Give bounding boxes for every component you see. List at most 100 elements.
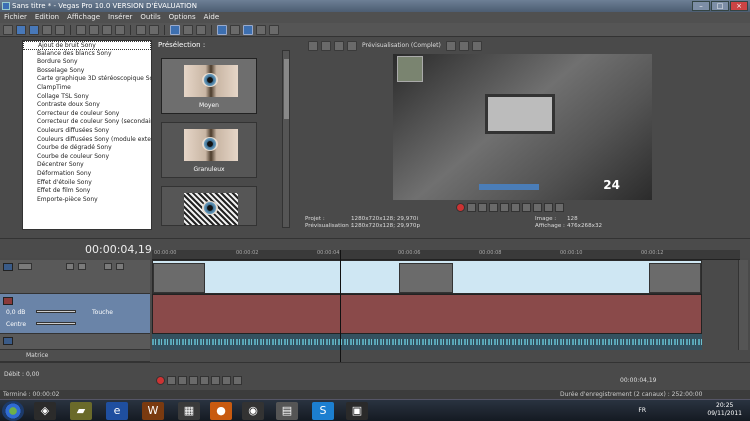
loop-icon[interactable] — [467, 203, 476, 212]
list-item[interactable]: Courbe de dégradé Sony — [23, 144, 151, 153]
cut-icon[interactable] — [76, 24, 86, 35]
list-item[interactable]: ClampTime — [23, 84, 151, 93]
fx-list[interactable]: Ajout de bruit Sony Balance des blancs S… — [22, 40, 152, 230]
minimize-icon[interactable]: – — [692, 1, 710, 11]
list-item[interactable]: Correcteur de couleur Sony (secondaire) — [23, 118, 151, 127]
menu-options[interactable]: Options — [169, 12, 196, 23]
help-icon[interactable] — [269, 24, 279, 35]
selection-tool-icon[interactable] — [196, 24, 206, 35]
preview-quality-select[interactable]: Prévisualisation (Complet) — [362, 42, 441, 49]
stop-icon[interactable] — [211, 376, 220, 385]
next-frame-icon[interactable] — [555, 203, 564, 212]
wow-icon[interactable]: W — [142, 402, 164, 420]
track-volume[interactable]: 0,0 dB — [6, 309, 25, 316]
timeline-ruler[interactable]: 00:00:00 00:00:02 00:00:04 00:00:06 00:0… — [152, 250, 740, 260]
list-item[interactable]: Correcteur de couleur Sony — [23, 110, 151, 119]
list-item[interactable]: Emporte-pièce Sony — [23, 196, 151, 205]
track-pan[interactable]: Centre — [6, 321, 26, 328]
preset-moyen[interactable]: Moyen — [161, 58, 257, 114]
go-start-icon[interactable] — [222, 376, 231, 385]
open-icon[interactable] — [16, 24, 26, 35]
preview-properties-icon[interactable] — [308, 40, 318, 51]
loop-icon[interactable] — [167, 376, 176, 385]
audio-track-header[interactable]: 0,0 dB Centre Touche — [0, 294, 150, 334]
menu-aide[interactable]: Aide — [204, 12, 219, 23]
video-clip[interactable] — [399, 263, 453, 293]
prev-frame-icon[interactable] — [544, 203, 553, 212]
stop-icon[interactable] — [511, 203, 520, 212]
paste-icon[interactable] — [102, 24, 112, 35]
audio-track-2-lane[interactable] — [152, 334, 702, 350]
preset-granuleux[interactable]: Granuleux — [161, 122, 257, 178]
start-button[interactable] — [2, 401, 24, 421]
list-item[interactable]: Décentrer Sony — [23, 161, 151, 170]
play-icon[interactable] — [489, 203, 498, 212]
gamepad-icon[interactable]: ◈ — [34, 402, 56, 420]
go-start-icon[interactable] — [522, 203, 531, 212]
snapping-icon[interactable] — [256, 24, 266, 35]
steam-icon[interactable]: ◉ — [242, 402, 264, 420]
split-screen-icon[interactable] — [347, 40, 357, 51]
fx-tree-panel[interactable] — [4, 40, 22, 230]
copy-icon[interactable] — [89, 24, 99, 35]
lock-envelopes-icon[interactable] — [230, 24, 240, 35]
menu-fichier[interactable]: Fichier — [4, 12, 27, 23]
skype-icon[interactable]: S — [312, 402, 334, 420]
language-indicator[interactable]: FR — [638, 407, 646, 414]
envelope-tool-icon[interactable] — [183, 24, 193, 35]
menu-inserer[interactable]: Insérer — [108, 12, 132, 23]
maximize-icon[interactable]: □ — [711, 1, 729, 11]
go-end-icon[interactable] — [233, 376, 242, 385]
list-item[interactable]: Collage TSL Sony — [23, 93, 151, 102]
overlays-icon[interactable] — [445, 40, 456, 51]
list-item[interactable]: Bordure Sony — [23, 58, 151, 67]
render-icon[interactable] — [55, 24, 65, 35]
firefox-icon[interactable]: ● — [210, 402, 232, 420]
video-track-lane[interactable] — [152, 260, 702, 294]
delete-icon[interactable] — [115, 24, 125, 35]
solo-icon[interactable] — [116, 263, 124, 270]
save-snapshot-icon[interactable] — [471, 40, 482, 51]
menu-edition[interactable]: Edition — [35, 12, 59, 23]
pan-slider[interactable] — [36, 322, 76, 325]
preset-noise[interactable] — [161, 186, 257, 226]
ie-icon[interactable]: e — [106, 402, 128, 420]
pause-icon[interactable] — [200, 376, 209, 385]
scroll-thumb[interactable] — [284, 59, 289, 119]
track-fx-icon[interactable] — [78, 263, 86, 270]
record-icon[interactable] — [156, 376, 165, 385]
redo-icon[interactable] — [149, 24, 159, 35]
list-item[interactable]: Balance des blancs Sony — [23, 50, 151, 59]
list-item[interactable]: Effet d'étoile Sony — [23, 179, 151, 188]
list-item[interactable]: Contraste doux Sony — [23, 101, 151, 110]
close-icon[interactable]: × — [730, 1, 748, 11]
track-automation-mode[interactable]: Touche — [92, 309, 113, 316]
list-item[interactable]: Bosselage Sony — [23, 67, 151, 76]
app-icon[interactable]: ▣ — [346, 402, 368, 420]
media-icon[interactable]: ▦ — [178, 402, 200, 420]
copy-snapshot-icon[interactable] — [458, 40, 469, 51]
external-monitor-icon[interactable] — [321, 40, 331, 51]
play-start-icon[interactable] — [178, 376, 187, 385]
save-icon[interactable] — [29, 24, 39, 35]
timeline-scrollbar[interactable] — [738, 260, 748, 350]
pause-icon[interactable] — [500, 203, 509, 212]
track-expand-icon[interactable] — [18, 263, 32, 270]
mute-icon[interactable] — [104, 263, 112, 270]
track-motion-icon[interactable] — [66, 263, 74, 270]
video-track-header[interactable] — [0, 260, 150, 294]
list-item[interactable]: Couleurs diffusées Sony — [23, 127, 151, 136]
menu-affichage[interactable]: Affichage — [67, 12, 100, 23]
list-item[interactable]: Ajout de bruit Sony — [23, 41, 151, 50]
auto-crossfade-icon[interactable] — [243, 24, 253, 35]
master-header[interactable]: Matrice — [0, 350, 150, 362]
auto-ripple-icon[interactable] — [217, 24, 227, 35]
play-icon[interactable] — [189, 376, 198, 385]
record-icon[interactable] — [456, 203, 465, 212]
list-item[interactable]: Couleurs diffusées Sony (module externe) — [23, 136, 151, 145]
audio-track-lane[interactable] — [152, 294, 702, 334]
video-clip[interactable] — [649, 263, 701, 293]
volume-slider[interactable] — [36, 310, 76, 313]
list-item[interactable]: Courbe de couleur Sony — [23, 153, 151, 162]
fx-icon[interactable] — [334, 40, 344, 51]
